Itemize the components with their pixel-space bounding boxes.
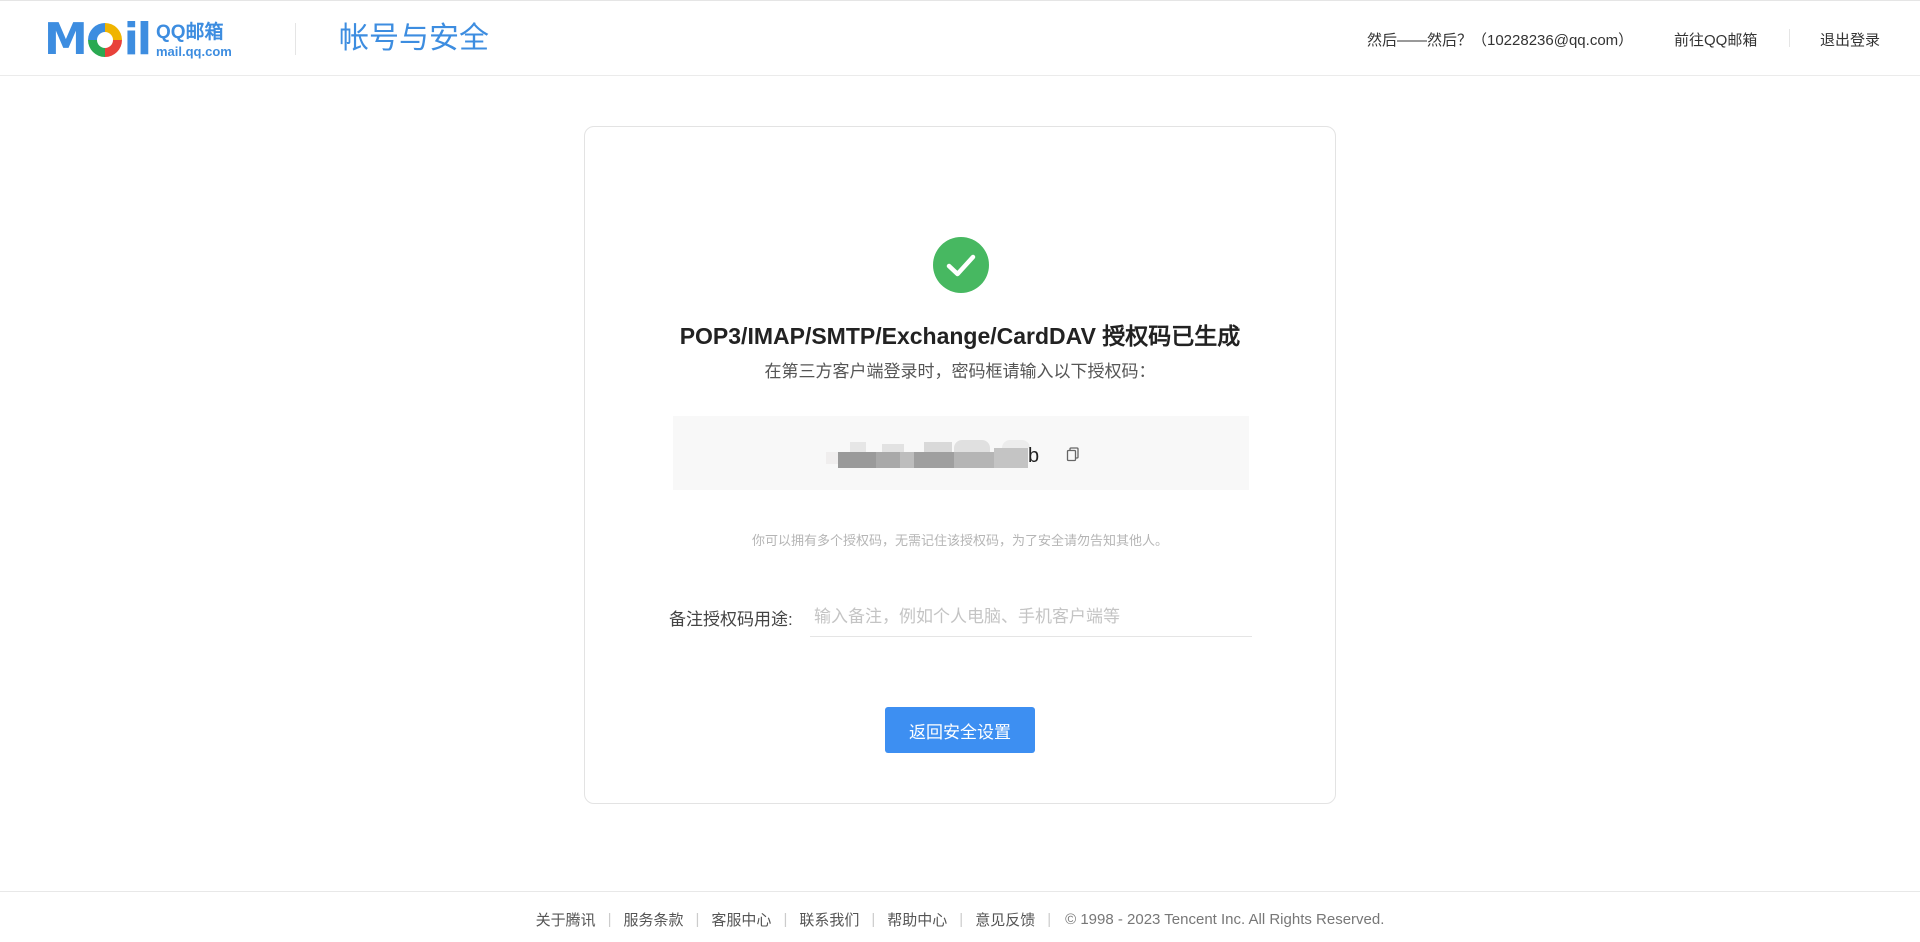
qq-mail-logo[interactable]: Mil QQ邮箱 mail.qq.com <box>44 14 232 65</box>
footer-separator: | <box>783 911 788 928</box>
header-divider <box>295 23 296 55</box>
footer-link-about[interactable]: 关于腾讯 <box>536 909 596 930</box>
footer-link-feedback[interactable]: 意见反馈 <box>975 909 1035 930</box>
footer-link-help[interactable]: 帮助中心 <box>887 909 947 930</box>
footer-link-contact[interactable]: 联系我们 <box>799 909 859 930</box>
back-to-security-settings-button[interactable]: 返回安全设置 <box>885 707 1035 753</box>
footer-separator: | <box>871 911 876 928</box>
footer-link-terms[interactable]: 服务条款 <box>624 909 684 930</box>
footer-link-support[interactable]: 客服中心 <box>711 909 771 930</box>
note-label: 备注授权码用途: <box>669 610 793 629</box>
go-to-qq-mail-link[interactable]: 前往QQ邮箱 <box>1674 29 1757 50</box>
check-circle-icon <box>933 237 989 293</box>
footer-links: 关于腾讯 | 服务条款 | 客服中心 | 联系我们 | 帮助中心 | 意见反馈 … <box>0 909 1920 930</box>
logo-domain-text: mail.qq.com <box>155 43 232 59</box>
user-account-info: 然后——然后？（10228236@qq.com） <box>1367 32 1634 49</box>
top-header: Mil QQ邮箱 mail.qq.com 帐号与安全 然后——然后？（10228… <box>0 0 1920 76</box>
logout-link[interactable]: 退出登录 <box>1820 29 1880 50</box>
card-title: POP3/IMAP/SMTP/Exchange/CardDAV 授权码已生成 <box>679 323 1241 349</box>
auth-code-hint: 你可以拥有多个授权码，无需记住该授权码，为了安全请勿告知其他人。 <box>751 533 1168 548</box>
footer-separator: | <box>607 911 612 928</box>
auth-code-visible-char: b <box>1028 445 1040 467</box>
logo-ring-icon <box>87 23 122 57</box>
logo-qq-text: QQ邮箱 <box>155 21 224 43</box>
footer-separator: | <box>695 911 700 928</box>
footer-separator: | <box>959 911 964 928</box>
auth-code-card: POP3/IMAP/SMTP/Exchange/CardDAV 授权码已生成 在… <box>584 126 1336 804</box>
auth-code-blurred: b <box>826 440 1040 470</box>
copy-icon[interactable] <box>1065 446 1081 462</box>
footer: 关于腾讯 | 服务条款 | 客服中心 | 联系我们 | 帮助中心 | 意见反馈 … <box>0 891 1920 942</box>
card-subtitle: 在第三方客户端登录时，密码框请输入以下授权码： <box>764 362 1156 381</box>
page-title: 帐号与安全 <box>339 22 489 55</box>
auth-code-box: b <box>673 416 1249 490</box>
logo-mail-wordmark: Mil <box>44 14 152 65</box>
header-separator <box>1789 29 1790 47</box>
footer-copyright: © 1998 - 2023 Tencent Inc. All Rights Re… <box>1065 911 1385 928</box>
footer-separator: | <box>1047 911 1052 928</box>
note-input[interactable] <box>810 597 1252 637</box>
